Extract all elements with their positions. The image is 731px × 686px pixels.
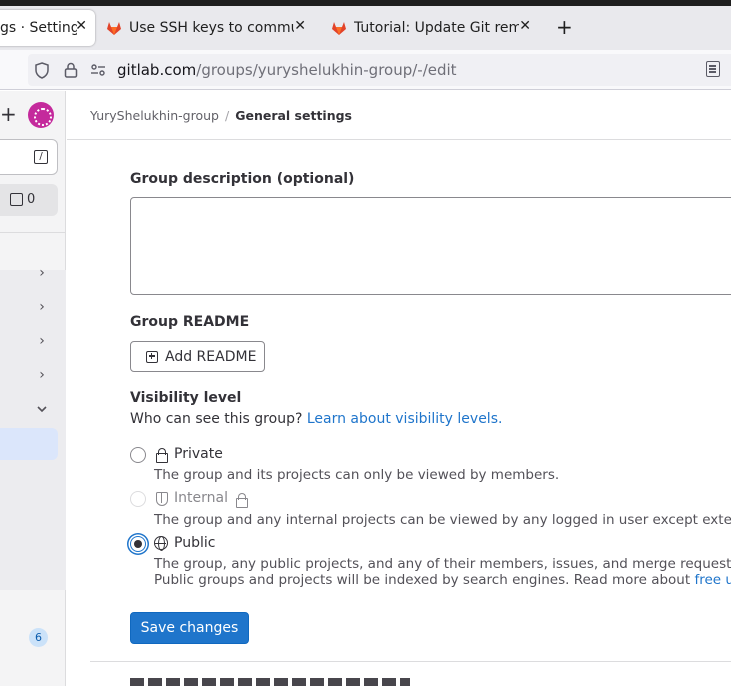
visibility-private-option[interactable]: Private	[154, 446, 223, 463]
lock-icon	[234, 492, 248, 508]
breadcrumb-group-link[interactable]: YuryShelukhin-group	[90, 108, 219, 123]
group-description-label: Group description (optional)	[130, 171, 355, 187]
sidebar	[0, 91, 66, 686]
breadcrumb-separator: /	[224, 108, 230, 123]
search-button[interactable]: /	[0, 139, 58, 175]
lock-icon	[154, 447, 168, 463]
browser-tab-bar: gs · Settings · ✕ Use SSH keys to commun…	[0, 6, 731, 50]
search-shortcut-key: /	[34, 150, 48, 164]
next-section-heading	[130, 678, 410, 686]
url-host: gitlab.com	[117, 61, 197, 79]
new-tab-plus-icon[interactable]: +	[556, 17, 573, 37]
chevron-right-icon[interactable]: ›	[36, 299, 48, 315]
add-readme-label: Add README	[165, 348, 257, 365]
create-new-plus-icon[interactable]: +	[0, 104, 17, 124]
chevron-right-icon[interactable]: ›	[36, 265, 48, 281]
chevron-down-icon[interactable]	[36, 404, 48, 414]
visibility-public-option[interactable]: Public	[154, 535, 215, 551]
save-changes-button[interactable]: Save changes	[130, 612, 249, 644]
close-icon[interactable]: ✕	[75, 18, 87, 34]
visibility-help-text: Who can see this group?	[130, 411, 303, 427]
free-user-limit-link[interactable]: free us	[694, 572, 731, 588]
header-divider	[67, 139, 731, 140]
visibility-private-radio[interactable]	[130, 447, 146, 463]
visibility-learn-more-link[interactable]: Learn about visibility levels.	[307, 411, 503, 427]
lock-icon[interactable]	[64, 62, 78, 78]
tab-title: gs · Settings ·	[0, 20, 77, 36]
shield-icon[interactable]	[34, 62, 50, 79]
globe-icon	[154, 536, 168, 551]
group-readme-label: Group README	[130, 314, 250, 330]
visibility-internal-radio	[130, 491, 146, 507]
tab-ssh-keys[interactable]: Use SSH keys to communi ✕	[106, 10, 314, 46]
todo-count: 0	[27, 192, 36, 207]
permissions-icon[interactable]	[90, 63, 106, 77]
todo-button[interactable]: 0	[0, 184, 58, 216]
gitlab-logo-icon	[332, 22, 346, 35]
chevron-right-icon[interactable]: ›	[36, 367, 48, 383]
visibility-private-description: The group and its projects can only be v…	[154, 467, 560, 483]
visibility-public-description: The group, any public projects, and any …	[154, 556, 731, 572]
tab-title: Tutorial: Update Git remo	[354, 20, 519, 36]
breadcrumb: YuryShelukhin-group / General settings	[90, 108, 352, 123]
sidebar-item-general-settings[interactable]	[0, 428, 58, 460]
add-readme-button[interactable]: Add README	[130, 341, 265, 372]
visibility-public-title: Public	[174, 535, 216, 551]
tab-settings[interactable]: gs · Settings · ✕	[0, 10, 95, 46]
reader-view-icon[interactable]	[706, 61, 720, 77]
breadcrumb-current: General settings	[235, 108, 352, 123]
indexing-note-text: Public groups and projects will be index…	[154, 572, 691, 588]
tab-title: Use SSH keys to communi	[129, 20, 294, 36]
tab-tutorial[interactable]: Tutorial: Update Git remo ✕	[331, 10, 539, 46]
visibility-level-label: Visibility level	[130, 390, 242, 406]
sidebar-count-badge: 6	[29, 628, 48, 647]
shield-icon	[154, 491, 168, 506]
close-icon[interactable]: ✕	[519, 18, 531, 34]
chevron-right-icon[interactable]: ›	[36, 333, 48, 349]
gitlab-logo-icon	[107, 22, 121, 35]
visibility-public-indexing-note: Public groups and projects will be index…	[154, 572, 731, 588]
todo-check-icon	[10, 193, 23, 206]
browser-url-bar: gitlab.com/groups/yuryshelukhin-group/-/…	[0, 50, 731, 90]
visibility-internal-option: Internal	[154, 490, 248, 508]
cropped-heading-glyphs	[130, 678, 410, 686]
group-description-input[interactable]	[130, 197, 731, 295]
url-text[interactable]: gitlab.com/groups/yuryshelukhin-group/-/…	[117, 61, 457, 79]
url-path: /groups/yuryshelukhin-group/-/edit	[196, 61, 457, 79]
visibility-public-radio[interactable]	[130, 536, 146, 552]
section-divider	[90, 661, 731, 662]
visibility-internal-title: Internal	[174, 490, 228, 506]
user-avatar[interactable]	[28, 102, 54, 128]
visibility-help: Who can see this group? Learn about visi…	[130, 411, 502, 427]
close-icon[interactable]: ✕	[294, 18, 306, 34]
visibility-private-title: Private	[174, 446, 223, 462]
plus-square-icon	[146, 350, 158, 363]
sidebar-divider	[0, 232, 66, 233]
visibility-internal-description: The group and any internal projects can …	[154, 512, 731, 528]
